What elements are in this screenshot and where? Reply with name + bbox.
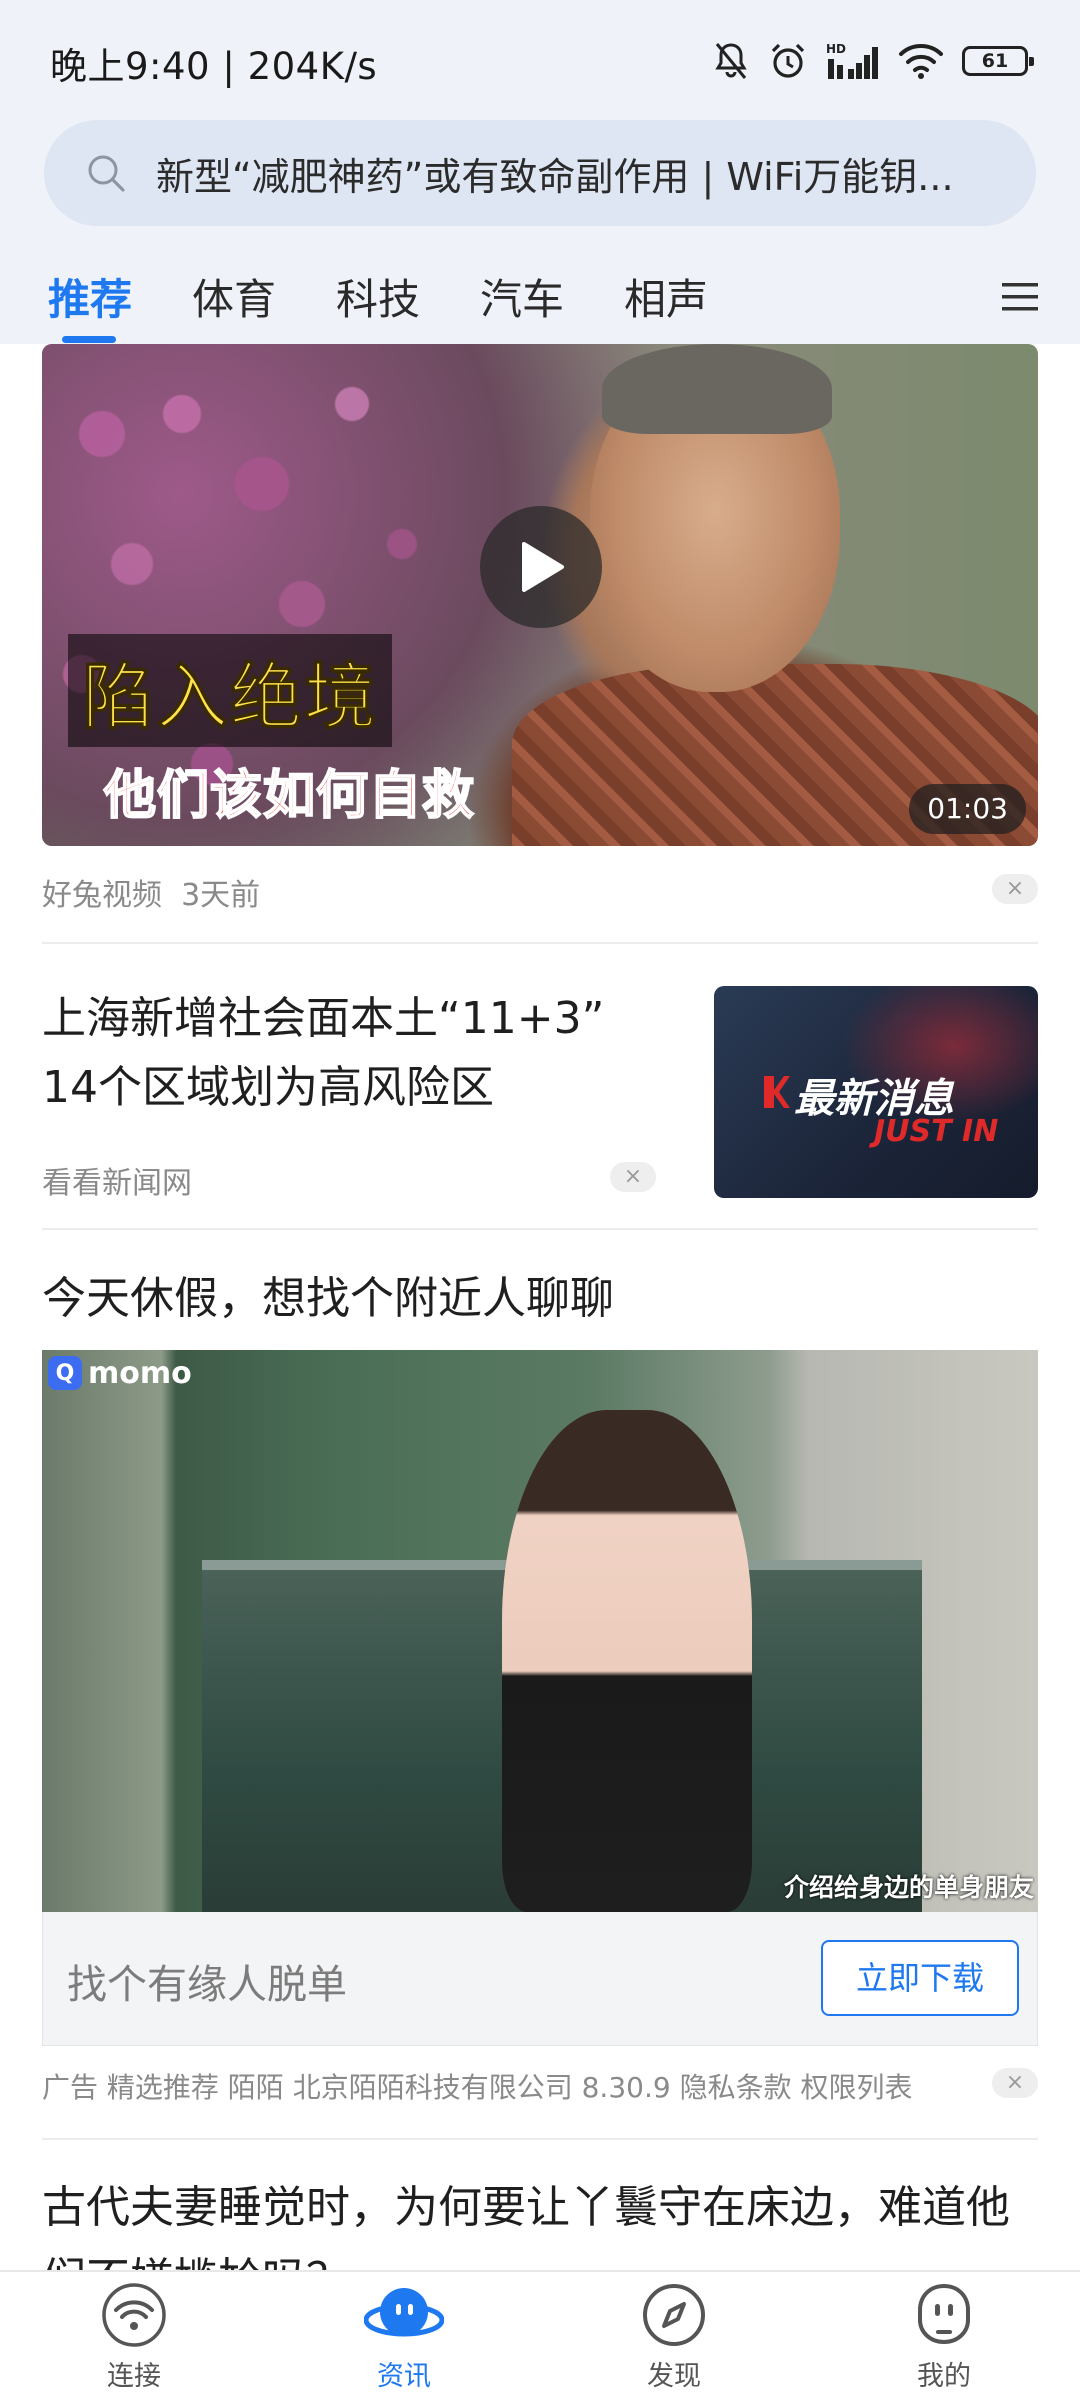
video-card[interactable]: 陷入绝境 他们该如何自救 01:03 [42,344,1038,846]
video-source: 好兔视频 [42,878,162,913]
momo-logo-icon: Q [48,1356,82,1390]
divider [42,1228,1038,1230]
tab-crosstalk[interactable]: 相声 [624,266,708,327]
video-overlay-line1: 陷入绝境 [68,634,393,747]
news-thumbnail[interactable]: 最新消息 JUST IN [714,986,1038,1198]
tab-recommend[interactable]: 推荐 [48,266,132,327]
dismiss-news-button[interactable]: × [610,1162,656,1192]
tab-auto[interactable]: 汽车 [480,266,564,327]
divider [42,942,1038,944]
dismiss-ad-button[interactable]: × [992,2068,1038,2098]
search-hint-text: 新型“减肥神药”或有致命副作用 | WiFi万能钥... [156,154,954,199]
ad-image-caption: 介绍给身边的单身朋友 [783,1873,1034,1902]
nav-profile-label: 我的 [917,2361,971,2392]
nav-connect-label: 连接 [107,2361,161,2392]
news-title[interactable]: 上海新增社会面本土“11+3” 14个区域划为高风险区 [42,984,662,1122]
news-thumbnail-subheadline: JUST IN [874,1114,999,1149]
channel-menu-button[interactable] [960,250,1080,344]
profile-face-icon [918,2283,970,2345]
hamburger-menu-icon [1002,283,1038,311]
video-overlay-line2: 他们该如何自救 [103,765,476,827]
alarm-icon [771,43,805,78]
search-icon [88,155,125,192]
nav-discover[interactable]: 发现 [584,2282,764,2400]
download-button[interactable]: 立即下载 [821,1940,1019,2016]
compass-icon [643,2284,705,2346]
divider [42,2138,1038,2140]
news-source: 看看新闻网 [42,1166,192,1201]
mute-bell-icon [715,43,747,79]
nav-discover-label: 发现 [647,2361,701,2392]
ad-cta-bar[interactable]: 找个有缘人脱单 立即下载 [42,1912,1038,2046]
momo-logo-text: momo [88,1355,192,1391]
search-bar[interactable]: 新型“减肥神药”或有致命副作用 | WiFi万能钥... [44,120,1036,226]
video-thumbnail-hair [602,344,832,434]
header: 晚上9:40 | 204K/s HD 61 新型“减肥神药”或有致命副作用 | … [0,0,1080,344]
battery-icon: 61 [962,46,1034,76]
channel-logo-icon [764,1076,790,1108]
nav-connect[interactable]: 连接 [44,2282,224,2400]
category-tabs: 推荐 体育 科技 汽车 相声 [0,250,1080,344]
hd-signal-icon: HD [826,42,878,79]
ad-image[interactable]: Q momo 介绍给身边的单身朋友 [42,1350,1038,1912]
news-title[interactable]: 古代夫妻睡觉时，为何要让丫鬟守在床边，难道他们不嫌尴尬吗？ [42,2172,1038,2270]
tab-sports[interactable]: 体育 [192,266,276,327]
ad-meta: 广告 精选推荐 陌陌 北京陌陌科技有限公司 8.30.9 隐私条款 权限列表 [42,2071,913,2104]
nav-news[interactable]: 资讯 [314,2282,494,2400]
ad-cta-text: 找个有缘人脱单 [67,1962,347,2008]
news-feed[interactable]: 陷入绝境 他们该如何自救 01:03 好兔视频 3天前 × 上海新增社会面本土“… [0,344,1080,2270]
bottom-nav: 连接 资讯 发现 我的 [0,2270,1080,2400]
nav-news-label: 资讯 [377,2361,431,2392]
tab-active-indicator [62,336,116,343]
wifi-icon [899,44,943,79]
ad-image-person [502,1410,752,1912]
video-time: 3天前 [181,878,261,913]
svg-text:HD: HD [826,42,846,56]
video-duration: 01:03 [909,784,1026,834]
wifi-icon [102,2283,166,2347]
play-icon [522,542,564,592]
status-icons: HD 61 [712,38,1034,84]
status-time: 晚上9:40 | 204K/s [50,45,378,88]
dismiss-video-button[interactable]: × [992,874,1038,904]
tab-tech[interactable]: 科技 [336,266,420,327]
news-mascot-icon [364,2288,444,2337]
ad-title[interactable]: 今天休假，想找个附近人聊聊 [42,1262,614,1326]
status-bar: 晚上9:40 | 204K/s HD 61 [0,0,1080,120]
play-button[interactable] [480,506,602,628]
momo-logo: Q momo [48,1355,192,1391]
nav-profile[interactable]: 我的 [854,2282,1034,2400]
video-meta: 好兔视频 3天前 [42,870,260,914]
video-overlay-text: 陷入绝境 他们该如何自救 [68,634,475,828]
